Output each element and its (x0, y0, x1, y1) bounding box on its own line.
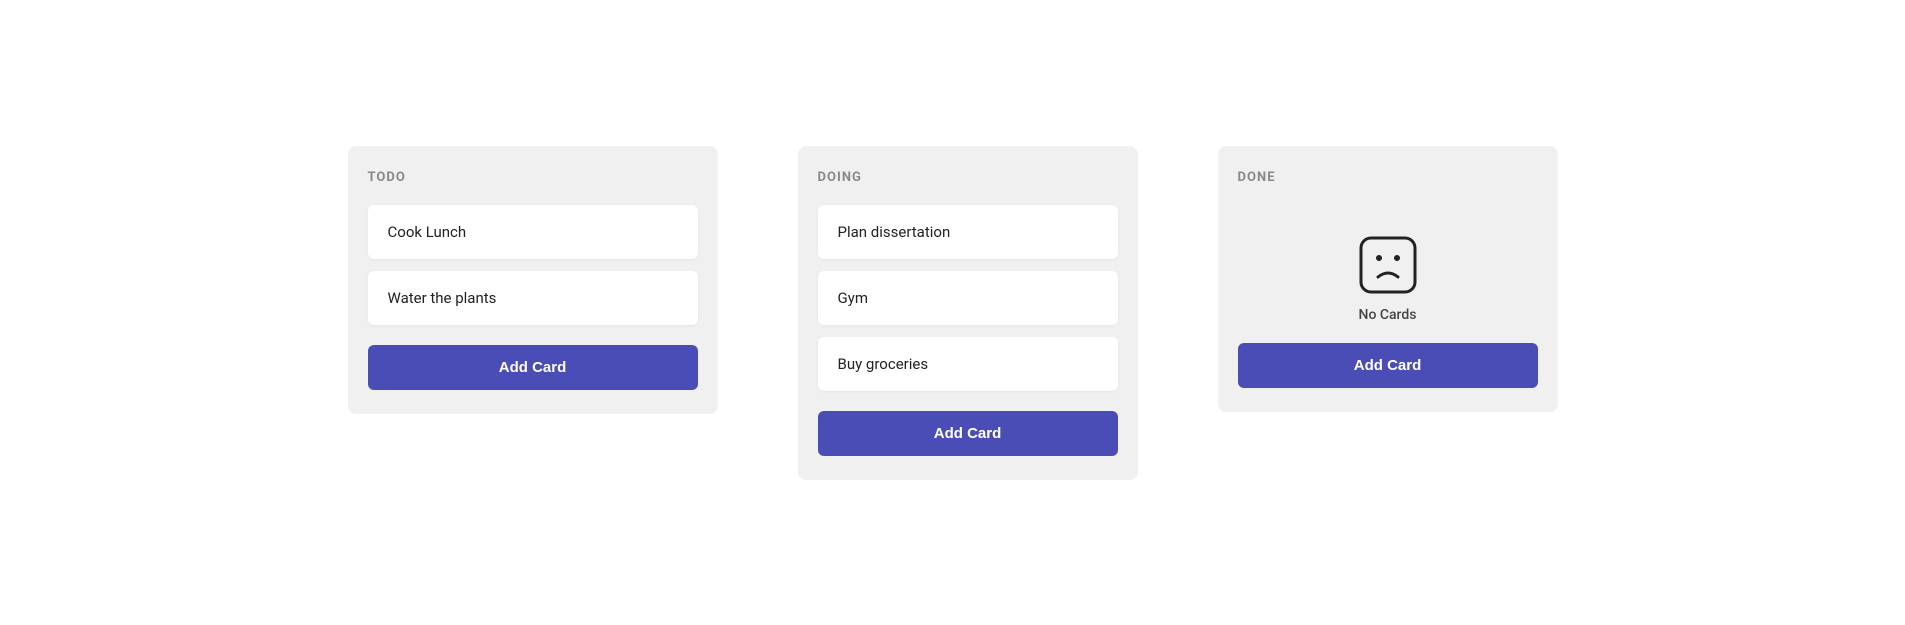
card-water-plants[interactable]: Water the plants (368, 271, 698, 325)
card-buy-groceries[interactable]: Buy groceries (818, 337, 1118, 391)
column-done: DONE No Cards Add Card (1218, 146, 1558, 412)
doing-cards-container: Plan dissertation Gym Buy groceries (818, 205, 1118, 391)
add-card-todo-button[interactable]: Add Card (368, 345, 698, 390)
column-doing: DOING Plan dissertation Gym Buy grocerie… (798, 146, 1138, 480)
add-card-done-button[interactable]: Add Card (1238, 343, 1538, 388)
kanban-board: TODO Cook Lunch Water the plants Add Car… (0, 106, 1905, 520)
card-gym[interactable]: Gym (818, 271, 1118, 325)
column-todo: TODO Cook Lunch Water the plants Add Car… (348, 146, 718, 414)
todo-cards-container: Cook Lunch Water the plants (368, 205, 698, 325)
no-cards-text: No Cards (1359, 307, 1417, 323)
card-plan-dissertation[interactable]: Plan dissertation (818, 205, 1118, 259)
column-todo-header: TODO (368, 170, 698, 185)
column-doing-header: DOING (818, 170, 1118, 185)
column-done-header: DONE (1238, 170, 1538, 185)
sad-face-icon (1358, 235, 1418, 295)
add-card-doing-button[interactable]: Add Card (818, 411, 1118, 456)
done-empty-state: No Cards (1238, 205, 1538, 343)
card-cook-lunch[interactable]: Cook Lunch (368, 205, 698, 259)
